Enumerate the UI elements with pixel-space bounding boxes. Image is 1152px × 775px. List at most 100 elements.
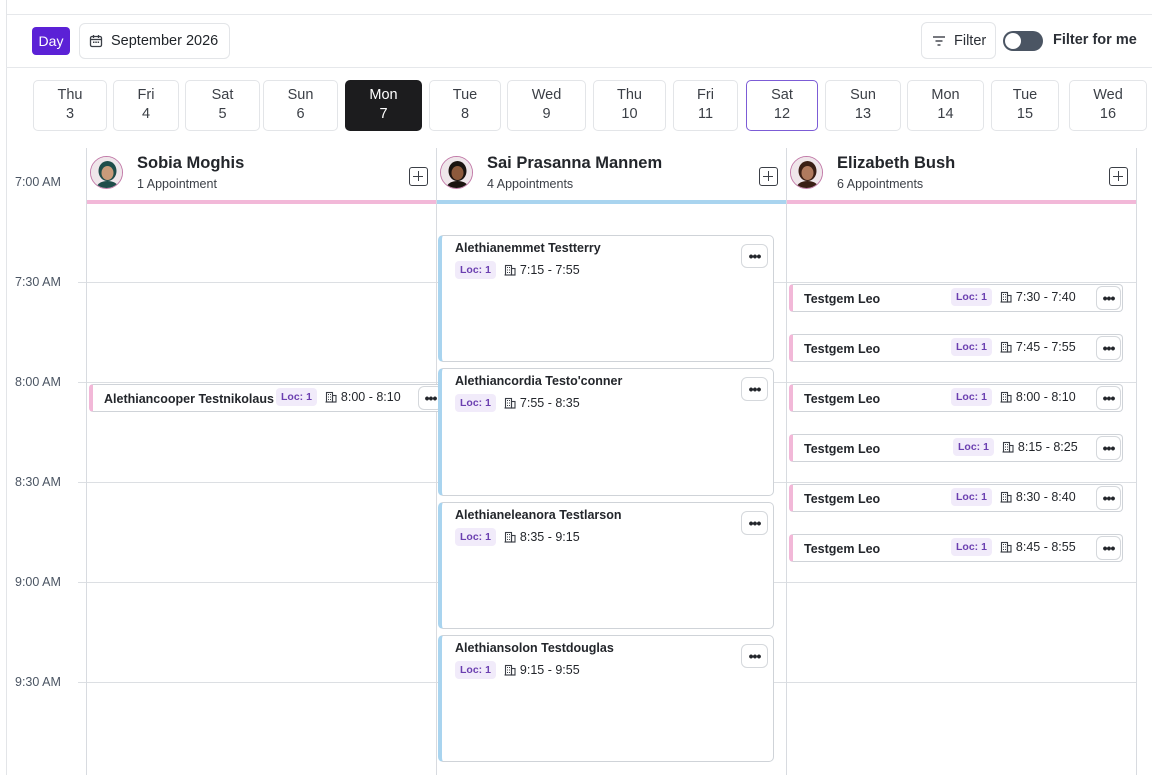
staff-header-sai-prasanna-mannem: Sai Prasanna Mannem 4 Appointments	[437, 148, 786, 206]
date-number: 9	[542, 106, 551, 122]
appointment-title: Alethianeleanora Testlarson	[455, 507, 622, 522]
date-weekday: Fri	[697, 87, 714, 103]
date-tue-15[interactable]: Tue 15	[991, 80, 1059, 131]
more-options-button[interactable]: •••	[741, 244, 768, 268]
time-label: 7:30 AM	[15, 275, 61, 289]
appointment-meta: Loc: 1 7:30 - 7:40	[951, 288, 1076, 306]
date-number: 16	[1099, 106, 1117, 122]
filter-for-me-toggle[interactable]	[1003, 31, 1043, 51]
more-options-button[interactable]: •••	[741, 510, 768, 535]
staff-header-elizabeth-bush: Elizabeth Bush 6 Appointments	[787, 148, 1136, 206]
appointment-card[interactable]: Alethiancordia Testo'conner Loc: 1 7:55 - …	[438, 368, 774, 496]
appointment-title: Alethianemmet Testterry	[455, 241, 601, 255]
location-badge: Loc: 1	[455, 661, 496, 679]
appointment-card[interactable]: Testgem Leo Loc: 1 7:45 - 7:55 •••	[789, 334, 1123, 362]
appointment-count: 6 Appointments	[837, 177, 924, 191]
appointment-card[interactable]: Testgem Leo Loc: 1 7:30 - 7:40 •••	[789, 284, 1123, 312]
appointment-meta: Loc: 1 8:45 - 8:55	[951, 538, 1076, 556]
building-icon	[325, 391, 337, 403]
appointment-time: 7:15 - 7:55	[519, 263, 580, 277]
date-number: 5	[218, 106, 227, 122]
date-thu-3[interactable]: Thu 3	[33, 80, 107, 131]
date-weekday: Tue	[1012, 87, 1038, 103]
date-weekday: Thu	[617, 87, 642, 103]
appointment-card[interactable]: Testgem Leo Loc: 1 8:00 - 8:10 •••	[789, 384, 1123, 412]
appointment-meta: Loc: 1 9:15 - 9:55	[455, 661, 580, 679]
location-badge: Loc: 1	[951, 388, 992, 406]
staff-name: Elizabeth Bush	[837, 154, 956, 172]
appointment-card[interactable]: Testgem Leo Loc: 1 8:30 - 8:40 •••	[789, 484, 1123, 512]
appointment-meta: Loc: 1 8:35 - 9:15	[455, 527, 580, 546]
appointment-meta: Loc: 1 8:30 - 8:40	[951, 488, 1076, 506]
toolbar: Day September 2026 Filter Filter for me	[6, 15, 1152, 68]
location-badge: Loc: 1	[455, 527, 496, 546]
day-view-button[interactable]: Day	[32, 27, 70, 55]
more-options-button[interactable]: •••	[1096, 486, 1121, 510]
column-divider	[436, 148, 437, 775]
date-sun-13[interactable]: Sun 13	[825, 80, 901, 131]
date-fri-11[interactable]: Fri 11	[673, 80, 738, 131]
appointment-time: 7:30 - 7:40	[1015, 290, 1076, 304]
date-strip: Thu 3 Fri 4 Sat 5 Sun 6 Mon 7 Tue 8 Wed 9 Thu 10 Fri 11 Sa…	[6, 68, 1152, 148]
add-appointment-icon[interactable]	[1109, 167, 1128, 186]
date-number: 3	[65, 106, 75, 122]
date-mon-7[interactable]: Mon 7	[345, 80, 422, 131]
appointment-count: 1 Appointment	[137, 177, 217, 191]
more-options-button[interactable]: •••	[1096, 286, 1121, 310]
date-wed-9[interactable]: Wed 9	[507, 80, 586, 131]
date-number: 12	[773, 106, 791, 122]
building-icon	[504, 664, 516, 676]
staff-name: Sobia Moghis	[137, 154, 245, 172]
date-weekday: Mon	[931, 87, 960, 103]
building-icon	[504, 264, 516, 276]
more-options-button[interactable]: •••	[1096, 386, 1121, 410]
more-options-button[interactable]: •••	[1096, 536, 1121, 560]
date-mon-14[interactable]: Mon 14	[907, 80, 984, 131]
month-picker-button[interactable]: September 2026	[79, 23, 230, 59]
appointment-meta: Loc: 1 8:00 - 8:10	[951, 388, 1076, 406]
appointment-card[interactable]: Alethianemmet Testterry Loc: 1 7:15 - 7:55…	[438, 235, 774, 363]
appointment-title: Testgem Leo	[804, 492, 881, 506]
avatar	[790, 156, 823, 189]
appointment-title: Testgem Leo	[804, 292, 881, 306]
filter-icon	[933, 35, 945, 46]
date-sat-5[interactable]: Sat 5	[185, 80, 260, 131]
staff-color-bar	[437, 200, 786, 204]
appointment-title: Testgem Leo	[804, 542, 881, 556]
appointment-time: 7:55 - 8:35	[519, 396, 580, 411]
staff-name: Sai Prasanna Mannem	[487, 154, 663, 172]
appointment-title: Testgem Leo	[804, 442, 881, 456]
add-appointment-icon[interactable]	[759, 167, 778, 186]
date-sat-12[interactable]: Sat 12	[746, 80, 818, 131]
appointment-time: 8:15 - 8:25	[1017, 440, 1078, 454]
date-number: 13	[854, 106, 872, 122]
location-badge: Loc: 1	[951, 538, 992, 556]
appointment-meta: Loc: 1 7:55 - 8:35	[455, 394, 580, 413]
appointment-card[interactable]: Testgem Leo Loc: 1 8:45 - 8:55 •••	[789, 534, 1123, 562]
building-icon	[504, 531, 516, 543]
month-label: September 2026	[111, 33, 219, 49]
date-fri-4[interactable]: Fri 4	[113, 80, 179, 131]
date-number: 14	[937, 106, 954, 122]
date-tue-8[interactable]: Tue 8	[429, 80, 501, 131]
more-options-button[interactable]: •••	[741, 644, 768, 668]
filter-button[interactable]: Filter	[921, 22, 996, 59]
more-options-button[interactable]: •••	[1096, 436, 1121, 460]
add-appointment-icon[interactable]	[409, 167, 428, 186]
location-badge: Loc: 1	[455, 261, 496, 279]
more-options-button[interactable]: •••	[1096, 336, 1121, 360]
appointment-card[interactable]: Alethiancooper Testnikolaus Loc: 1 8:00 - …	[89, 384, 445, 412]
staff-header-sobia-moghis: Sobia Moghis 1 Appointment	[87, 148, 436, 206]
appointment-title: Alethiansolon Testdouglas	[455, 641, 614, 655]
appointment-card[interactable]: Testgem Leo Loc: 1 8:15 - 8:25 •••	[789, 434, 1123, 462]
appointment-card[interactable]: Alethianeleanora Testlarson Loc: 1 8:35 - …	[438, 501, 774, 629]
filter-for-me-label: Filter for me	[1053, 32, 1137, 48]
date-wed-16[interactable]: Wed 16	[1069, 80, 1147, 131]
building-icon	[1000, 341, 1012, 353]
staff-color-bar	[787, 200, 1136, 204]
appointment-card[interactable]: Alethiansolon Testdouglas Loc: 1 9:15 - 9:…	[438, 635, 774, 763]
more-options-button[interactable]: •••	[741, 377, 768, 402]
date-sun-6[interactable]: Sun 6	[263, 80, 338, 131]
date-thu-10[interactable]: Thu 10	[593, 80, 666, 131]
date-number: 6	[296, 106, 305, 122]
